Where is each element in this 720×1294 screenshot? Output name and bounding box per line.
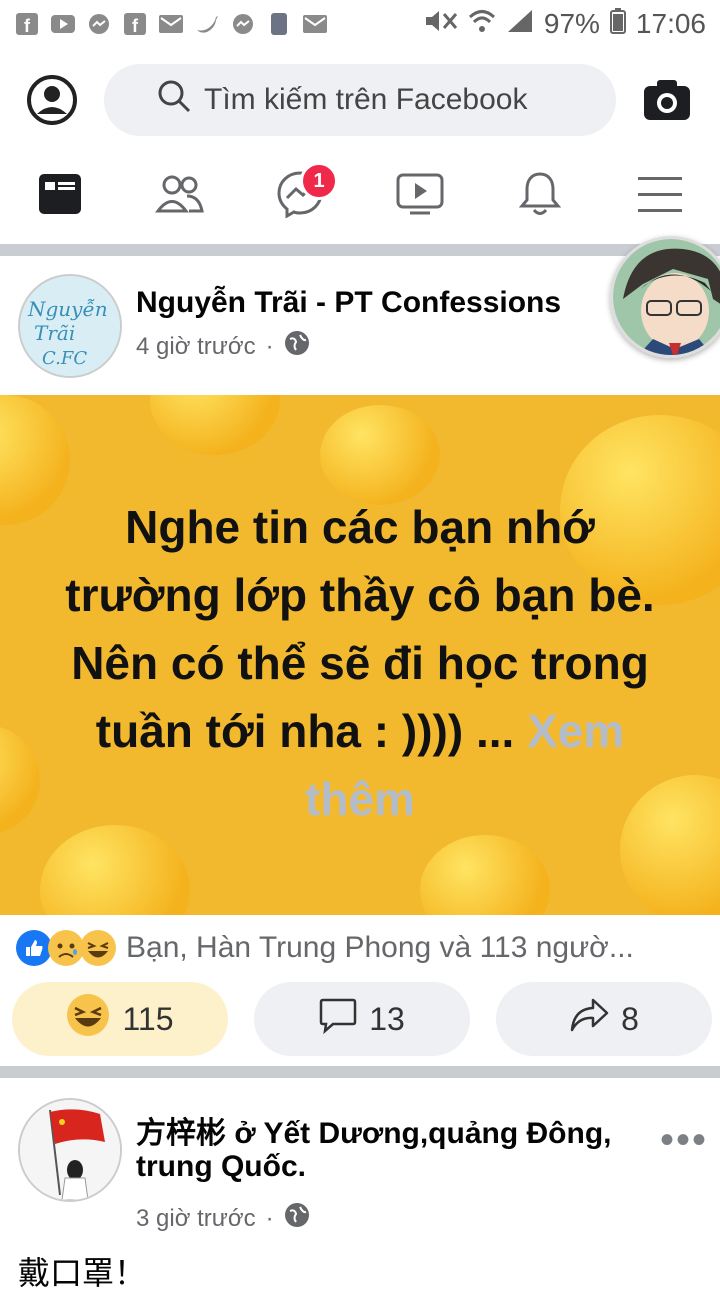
post-author[interactable]: 方梓彬 ở Yết Dương,quảng Đông, — [136, 1108, 611, 1152]
globe-icon — [284, 330, 310, 363]
haha-icon — [66, 993, 110, 1045]
comment-count: 13 — [369, 1000, 405, 1037]
post-text: 戴口罩！ — [18, 1255, 147, 1291]
comment-button[interactable]: 13 — [254, 982, 470, 1056]
user-avatar[interactable] — [18, 1098, 122, 1202]
share-button[interactable]: 8 — [496, 982, 712, 1056]
battery-text: 97% — [543, 8, 600, 39]
status-bar: f f 97% 17:06 — [0, 0, 720, 48]
haha-reaction-icon — [80, 930, 116, 966]
mute-icon — [424, 8, 458, 41]
svg-text:C.FC: C.FC — [42, 348, 87, 369]
post-time[interactable]: 4 giờ trước — [136, 333, 256, 361]
battery-icon — [609, 7, 626, 41]
like-reaction-icon — [16, 930, 52, 966]
messenger-notification-icon — [86, 12, 112, 36]
share-count: 8 — [621, 1000, 639, 1037]
svg-text:f: f — [132, 16, 139, 35]
reactions-text: Bạn, Hàn Trung Phong và 113 ngườ... — [126, 931, 634, 964]
more-options-icon[interactable]: ••• — [660, 1118, 708, 1163]
post-background: Nghe tin các bạn nhớ trường lớp thầy cô … — [0, 395, 720, 915]
signal-icon — [506, 8, 534, 41]
svg-text:Trãi: Trãi — [34, 321, 75, 345]
react-button[interactable]: 115 — [12, 982, 228, 1056]
profile-icon[interactable] — [26, 74, 78, 131]
post-author-location[interactable]: trung Quốc. — [136, 1150, 306, 1184]
wifi-icon — [468, 8, 496, 41]
twitter-notification-icon — [194, 12, 220, 36]
feed-divider — [0, 244, 720, 256]
tab-menu[interactable] — [620, 156, 700, 236]
reactions-summary[interactable]: Bạn, Hàn Trung Phong và 113 ngườ... — [16, 918, 634, 978]
react-count: 115 — [122, 1000, 174, 1037]
tab-messenger[interactable]: 1 — [260, 156, 340, 236]
camera-icon[interactable] — [642, 78, 692, 127]
news-feed-icon — [38, 173, 82, 220]
watch-icon — [396, 173, 444, 220]
bell-icon — [518, 170, 562, 223]
comment-icon — [319, 996, 357, 1042]
messenger-badge: 1 — [300, 162, 338, 200]
post-time[interactable]: 3 giờ trước — [136, 1205, 256, 1233]
messenger-notification-icon — [230, 12, 256, 36]
tab-friends[interactable] — [140, 156, 220, 236]
tab-notifications[interactable] — [500, 156, 580, 236]
mail-notification-icon — [302, 12, 328, 36]
tab-news-feed[interactable] — [20, 156, 100, 236]
feed-divider — [0, 1066, 720, 1078]
post-actions: 115 13 8 — [12, 982, 712, 1056]
facebook-notification-icon: f — [14, 12, 40, 36]
post-meta: 4 giờ trước · — [136, 330, 310, 363]
tab-watch[interactable] — [380, 156, 460, 236]
top-bar: Tìm kiếm trên Facebook — [0, 56, 720, 146]
smiley-decoration — [320, 405, 440, 505]
clock: 17:06 — [635, 8, 706, 39]
sad-reaction-icon — [48, 930, 84, 966]
post-text: Nghe tin các bạn nhớ trường lớp thầy cô … — [60, 493, 660, 833]
share-icon — [569, 997, 609, 1041]
search-placeholder: Tìm kiếm trên Facebook — [204, 83, 528, 116]
post-author[interactable]: Nguyễn Trãi - PT Confessions — [136, 286, 561, 320]
search-input[interactable]: Tìm kiếm trên Facebook — [104, 64, 616, 136]
svg-text:f: f — [24, 16, 31, 35]
smiley-decoration — [40, 825, 190, 915]
mail-notification-icon — [158, 12, 184, 36]
nav-bar: 1 — [0, 150, 720, 242]
menu-icon — [638, 174, 682, 219]
app-notification-icon — [266, 12, 292, 36]
smiley-decoration — [420, 835, 550, 915]
svg-text:Nguyễn: Nguyễn — [27, 297, 108, 321]
facebook-notification-icon: f — [122, 12, 148, 36]
friends-icon — [155, 174, 205, 219]
search-icon — [156, 78, 204, 122]
smiley-decoration — [150, 395, 280, 455]
globe-icon — [284, 1202, 310, 1235]
chat-head-avatar[interactable] — [610, 236, 720, 358]
smiley-decoration — [0, 725, 40, 835]
page-avatar[interactable]: Nguyễn Trãi C.FC — [18, 274, 122, 378]
post-meta: 3 giờ trước · — [136, 1202, 310, 1235]
youtube-notification-icon — [50, 12, 76, 36]
